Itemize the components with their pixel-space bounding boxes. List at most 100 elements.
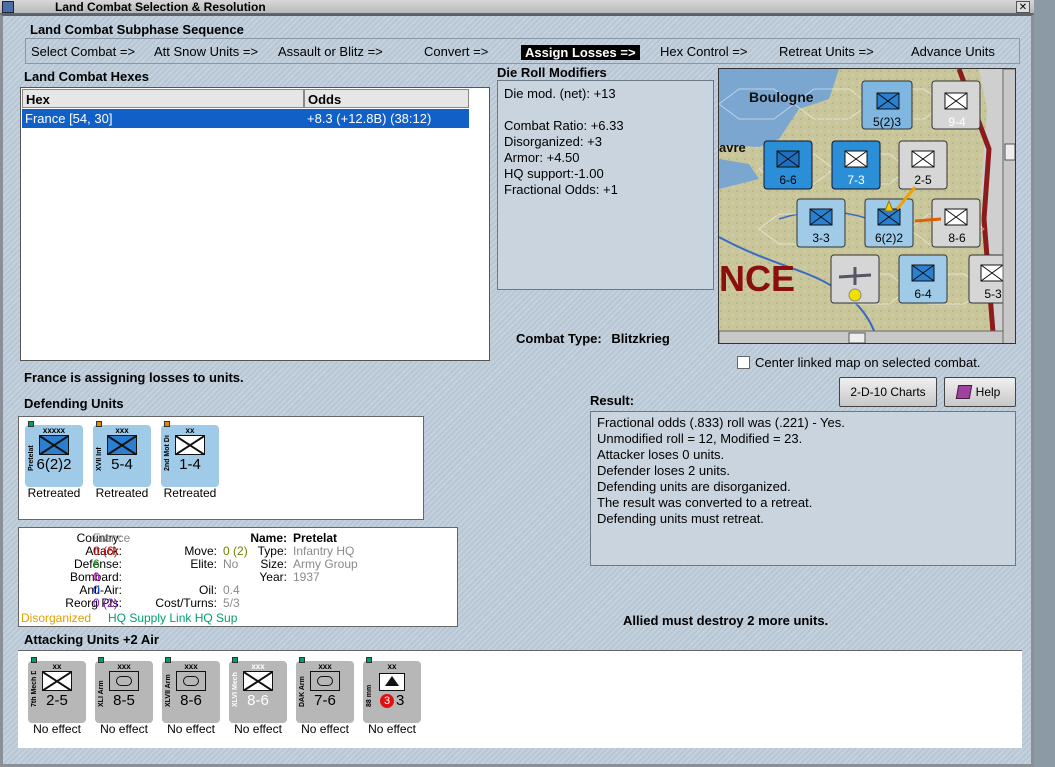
result-line: The result was converted to a retreat. [597, 495, 813, 510]
map-counter-c6[interactable]: 3-3 [796, 198, 846, 248]
drm-line: Armor: +4.50 [504, 150, 580, 165]
seq-hex-control: Hex Control => [660, 44, 748, 59]
map-counter-c2[interactable]: 9-4 [931, 80, 981, 130]
attacking-unit-3-status: No effect [167, 722, 215, 736]
drm-line: Fractional Odds: +1 [504, 182, 618, 197]
result-panel: Fractional odds (.833) roll was (.221) -… [590, 411, 1016, 566]
seq-att-snow-units: Att Snow Units => [154, 44, 259, 59]
seq-retreat-units: Retreat Units => [779, 44, 874, 59]
result-line: Defending units must retreat. [597, 511, 764, 526]
info-type: Infantry HQ [293, 544, 355, 558]
map-counter-c1[interactable]: 5(2)3 [861, 80, 913, 130]
combat-type: Combat Type: Blitzkrieg [516, 331, 670, 346]
drm-line: Die mod. (net): +13 [504, 86, 616, 101]
info-name: Pretelat [293, 531, 338, 545]
info-attack: 0 (6) [93, 544, 118, 558]
info-defense: 6 [93, 557, 100, 571]
aa-badge: 3 [380, 694, 394, 708]
unit-size: xxx [184, 662, 198, 671]
col-hex-header[interactable]: Hex [22, 89, 304, 108]
center-map-checkbox[interactable] [737, 356, 750, 369]
drm-line: Combat Ratio: +6.33 [504, 118, 624, 133]
map-v-scroll-thumb[interactable] [1004, 143, 1015, 161]
col-odds-header[interactable]: Odds [304, 89, 469, 108]
unit-strength: 2-5 [46, 692, 68, 709]
info-oil: 0.4 [223, 583, 240, 597]
hex-row-cell-odds[interactable]: +8.3 (+12.8B) (38:12) [304, 109, 469, 128]
map-h-scroll-thumb[interactable] [848, 332, 866, 343]
attacking-unit-1[interactable]: xx 7th Mech Div 2-5 [28, 657, 86, 723]
defending-unit-2-status: Retreated [95, 486, 149, 500]
info-label: Name: [250, 531, 287, 545]
armor-icon [310, 671, 340, 691]
background-map-strip [1034, 0, 1055, 767]
attacking-unit-6[interactable]: xx 88 mm 3 3 [363, 657, 421, 723]
armor-oval [183, 676, 199, 686]
info-label: Oil: [199, 583, 217, 597]
map-counter-c9[interactable]: 6-4 [898, 254, 948, 304]
attacking-title: Attacking Units +2 Air [24, 632, 159, 647]
armor-oval [116, 676, 132, 686]
armor-oval [317, 676, 333, 686]
info-move-value: 0 [223, 544, 230, 558]
info-move: 0 (2) [223, 544, 248, 558]
hexes-table[interactable]: Hex Odds France [54, 30] +8.3 (+12.8B) (… [20, 87, 490, 361]
attacking-unit-4[interactable]: xxx XLVI Mech 8-6 [229, 657, 287, 723]
drm-line: Disorganized: +3 [504, 134, 602, 149]
attacking-unit-4-status: No effect [234, 722, 282, 736]
svg-text:5-3: 5-3 [984, 287, 1002, 301]
center-map-label: Center linked map on selected combat. [755, 355, 981, 370]
attacking-unit-3[interactable]: xxx XLVII Arm 8-6 [162, 657, 220, 723]
svg-text:5(2)3: 5(2)3 [873, 115, 901, 129]
map-canvas[interactable]: Boulogne avre NCE 5(2)3 9-4 6-6 7-3 2-5 … [719, 69, 1016, 344]
info-label: Cost/Turns: [155, 596, 217, 610]
attacking-unit-2[interactable]: xxx XLI Arm 8-5 [95, 657, 153, 723]
motorized-infantry-icon [175, 435, 205, 455]
unit-size: xxxxx [42, 426, 66, 435]
attacking-unit-5[interactable]: xxx DAK Arm 7-6 [296, 657, 354, 723]
linked-map[interactable]: Boulogne avre NCE 5(2)3 9-4 6-6 7-3 2-5 … [718, 68, 1016, 344]
charts-button[interactable]: 2-D-10 Charts [839, 377, 937, 407]
defending-unit-2[interactable]: xxx XVII Inf 5-4 [93, 421, 151, 487]
svg-text:3-3: 3-3 [812, 231, 830, 245]
info-hq-supply-flag: HQ Supply Link HQ Sup [108, 611, 238, 625]
window-titlebar: Land Combat Selection & Resolution ✕ [0, 0, 1034, 14]
combat-type-value: Blitzkrieg [611, 331, 670, 346]
map-counter-c4[interactable]: 7-3 [831, 140, 881, 190]
attacking-unit-6-status: No effect [368, 722, 416, 736]
unit-strength: 6(2)2 [36, 456, 72, 473]
map-air-unit[interactable] [830, 254, 880, 304]
map-counter-c3[interactable]: 6-6 [763, 140, 813, 190]
info-bombard: 0 [93, 570, 100, 584]
map-counter-c8[interactable]: 8-6 [931, 198, 981, 248]
defending-unit-3[interactable]: xx 2nd Mot Div 1-4 [161, 421, 219, 487]
info-label: Elite: [190, 557, 217, 571]
info-label: Size: [260, 557, 287, 571]
map-counter-c7[interactable]: 6(2)2 [864, 198, 914, 248]
info-cost: 5/3 [223, 596, 240, 610]
info-antiair: 0 [93, 583, 100, 597]
defending-unit-1[interactable]: xxxxx Pretelat 6(2)2 [25, 421, 83, 487]
attacking-unit-2-status: No effect [100, 722, 148, 736]
info-label: Year: [259, 570, 287, 584]
help-button[interactable]: Help [944, 377, 1016, 407]
info-reorg-value: 0 [93, 596, 100, 610]
info-year: 1937 [293, 570, 320, 584]
map-v-scrollbar[interactable] [1002, 69, 1016, 344]
hex-row-cell-hex[interactable]: France [54, 30] [22, 109, 304, 128]
sequence-title: Land Combat Subphase Sequence [30, 22, 244, 37]
result-title: Result: [590, 393, 635, 408]
close-icon[interactable]: ✕ [1016, 1, 1030, 13]
result-line: Unmodified roll = 12, Modified = 23. [597, 431, 803, 446]
info-disorganized-flag: Disorganized [21, 611, 92, 625]
svg-text:6-6: 6-6 [779, 173, 797, 187]
defending-unit-1-status: Retreated [27, 486, 81, 500]
map-label-boulogne: Boulogne [749, 89, 814, 105]
map-counter-c5[interactable]: 2-5 [898, 140, 948, 190]
seq-advance-units: Advance Units [911, 44, 995, 59]
map-label-nce: NCE [719, 258, 795, 299]
armor-icon [176, 671, 206, 691]
infantry-icon [39, 435, 69, 455]
unit-size: xxx [318, 662, 332, 671]
unit-strength: 7-6 [314, 692, 336, 709]
